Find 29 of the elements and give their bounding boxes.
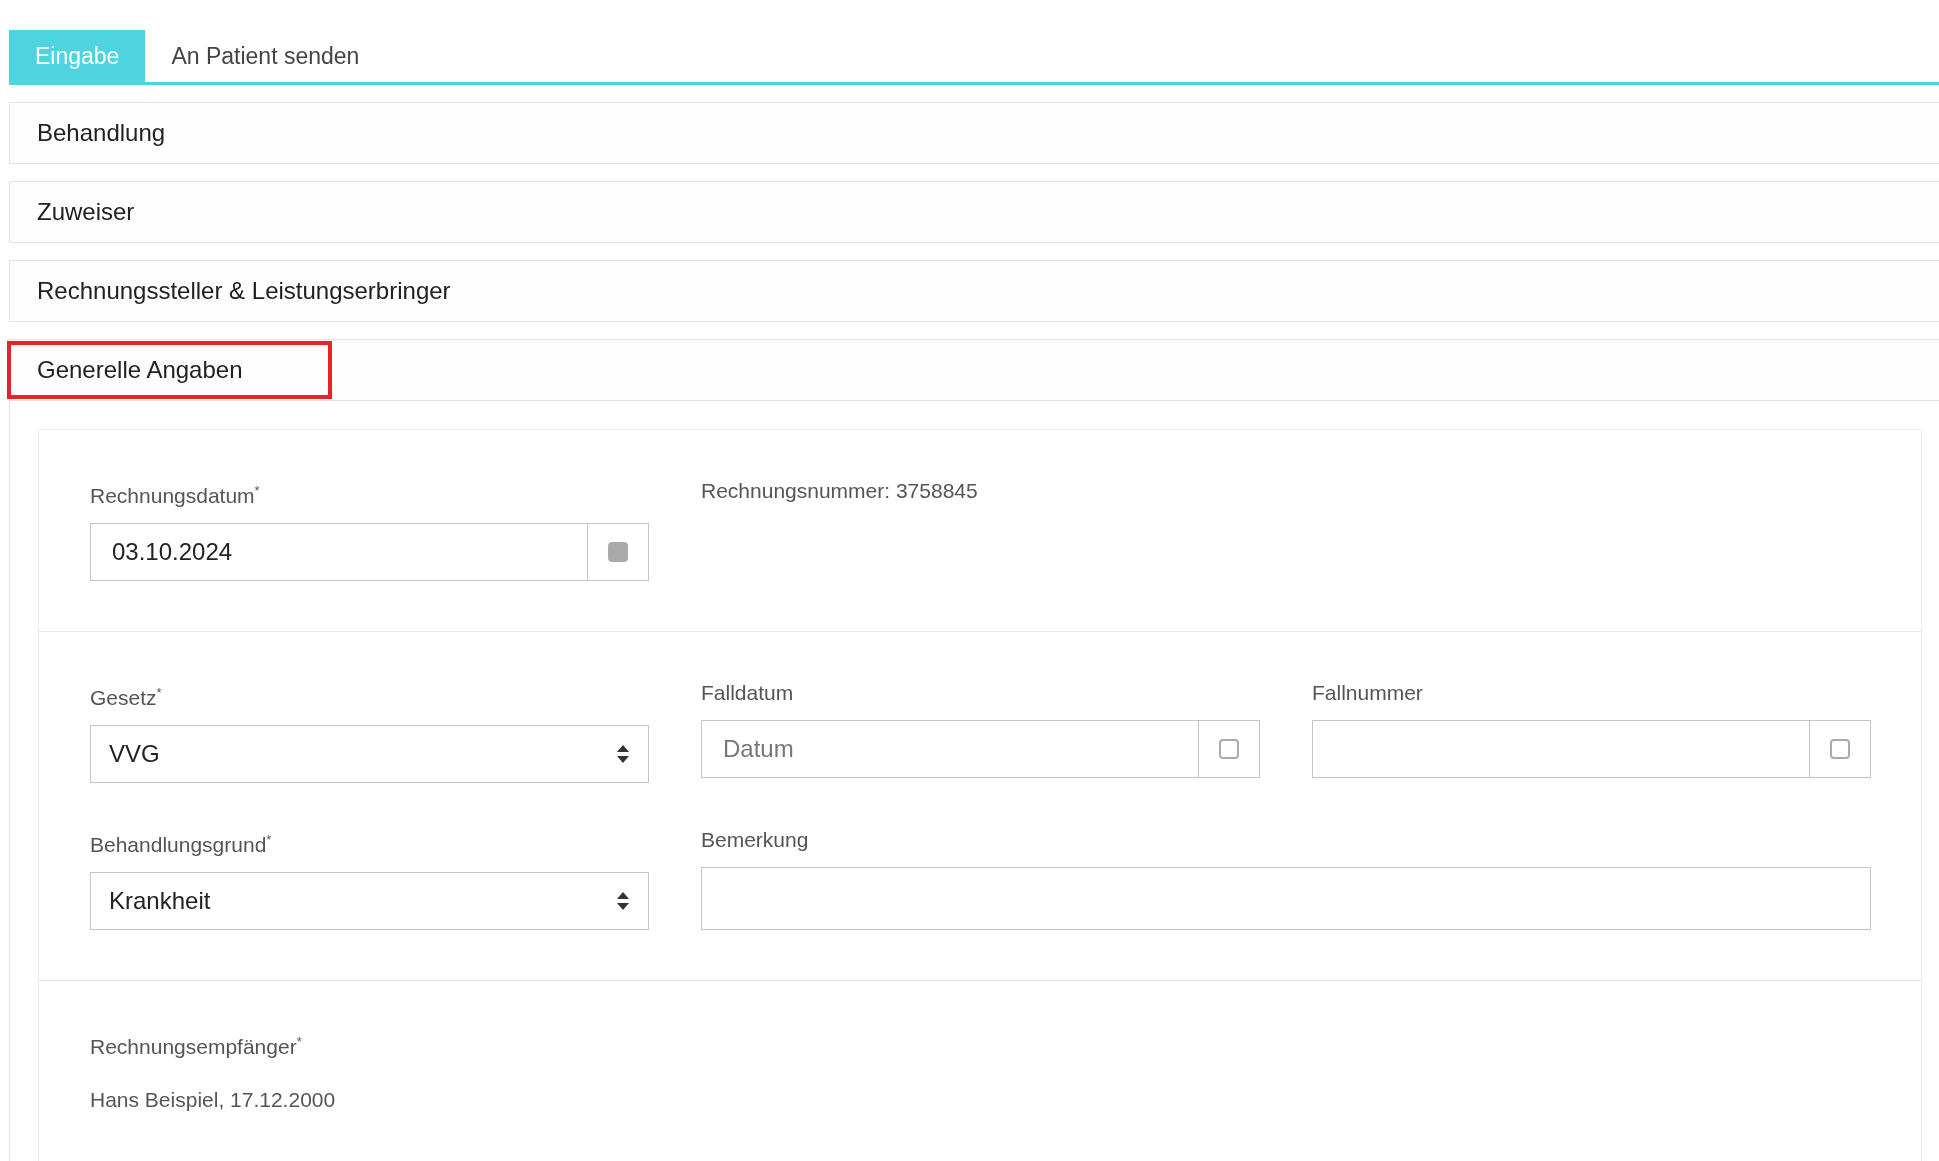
date-input-field[interactable]: 03.10.2024 [90,523,649,581]
section-header[interactable]: Generelle Angaben [9,339,1939,401]
field-label: Behandlungsgrund$^{*}$ [90,831,273,858]
calendar-icon[interactable] [608,542,628,562]
field-label: Rechnungsempfänger$^{*}$ [90,1033,303,1060]
section-title: Zuweiser [37,198,135,226]
section-title: Generelle Angaben [37,356,243,384]
textarea-field[interactable] [701,867,1871,930]
sort-caret-icon [616,891,630,911]
calendar-icon[interactable] [1830,739,1850,759]
tab[interactable]: An Patient senden [145,30,386,82]
section-header[interactable]: Rechnungssteller & Leistungserbringer [9,260,1939,322]
recipient-text: Hans Beispiel, 17.12.2000 [90,1088,337,1112]
invoice-number-text: Rechnungsnummer: 3758845 [701,478,979,504]
section-title: Rechnungssteller & Leistungserbringer [37,277,451,305]
select-field[interactable]: Krankheit [90,872,649,930]
date-input-field[interactable]: Datum [701,720,1260,778]
date-input-field[interactable] [1312,720,1871,778]
calendar-icon[interactable] [1219,739,1239,759]
field-label: Falldatum [701,680,795,706]
section-header[interactable]: Behandlung [9,102,1939,164]
field-label: Bemerkung [701,827,810,853]
select-field[interactable]: VVG [90,725,649,783]
field-label: Gesetz$^{*}$ [90,684,163,711]
section-title: Behandlung [37,119,166,147]
field-label: Fallnummer [1312,680,1424,706]
sort-caret-icon [616,744,630,764]
section-header[interactable]: Zuweiser [9,181,1939,243]
field-label: Rechnungsdatum$^{*}$ [90,482,261,509]
